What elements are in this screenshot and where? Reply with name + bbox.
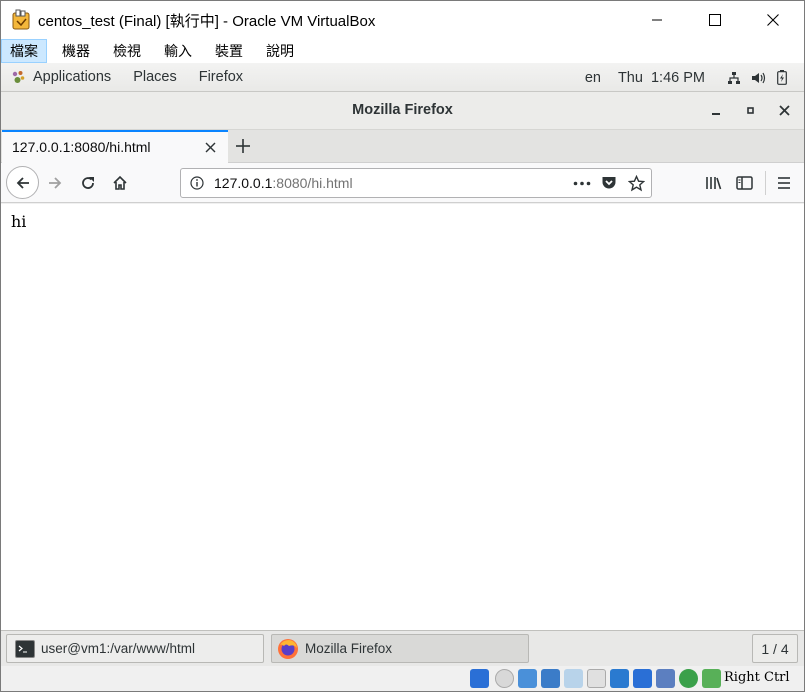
tab-title: 127.0.0.1:8080/hi.html <box>12 139 151 155</box>
keyboard-layout-indicator[interactable]: en <box>585 70 601 86</box>
clock[interactable]: Thu 1:46 PM <box>618 70 705 86</box>
new-tab-button[interactable] <box>235 138 251 154</box>
url-bar[interactable]: 127.0.0.1:8080/hi.html <box>180 168 652 198</box>
vbox-window-title: centos_test (Final) [執行中] - Oracle VM Vi… <box>38 12 376 30</box>
firefox-title-bar[interactable]: Mozilla Firefox <box>1 92 804 130</box>
menu-help[interactable]: 說明 <box>258 39 302 63</box>
menu-separator <box>765 171 766 195</box>
menu-input[interactable]: 輸入 <box>156 39 200 63</box>
reload-button[interactable] <box>80 175 96 191</box>
gnome-top-bar: Applications Places Firefox en Thu 1:46 … <box>1 63 804 92</box>
taskbar-item-firefox[interactable]: Mozilla Firefox <box>271 634 529 663</box>
video-capture-icon[interactable] <box>633 669 652 688</box>
taskbar-item-label: Mozilla Firefox <box>305 641 393 656</box>
menu-devices[interactable]: 裝置 <box>207 39 251 63</box>
gnome-foot-icon <box>11 70 25 84</box>
sidebar-icon <box>736 176 753 190</box>
navigation-toolbar: 127.0.0.1:8080/hi.html <box>1 163 804 203</box>
firefox-window-title: Mozilla Firefox <box>352 102 453 118</box>
vbox-menu-bar: 檔案 機器 檢視 輸入 裝置 說明 <box>1 39 804 63</box>
taskbar-item-terminal[interactable]: user@vm1:/var/www/html <box>6 634 264 663</box>
network-icon[interactable] <box>727 71 741 85</box>
pocket-button[interactable] <box>601 175 617 191</box>
guest-additions-icon[interactable] <box>679 669 698 688</box>
pocket-icon <box>602 177 616 189</box>
forward-arrow-icon <box>49 177 62 189</box>
hamburger-menu-icon <box>778 177 790 189</box>
star-icon <box>628 175 645 192</box>
more-dots-icon <box>573 181 591 186</box>
home-button[interactable] <box>112 175 128 191</box>
firefox-maximize-button[interactable] <box>746 105 756 115</box>
gnome-applications-menu[interactable]: Applications <box>33 69 111 85</box>
close-icon <box>767 14 779 26</box>
library-icon <box>706 177 722 190</box>
virtualbox-window: centos_test (Final) [執行中] - Oracle VM Vi… <box>0 0 805 692</box>
virtualbox-app-icon <box>10 9 32 31</box>
close-icon <box>205 142 216 153</box>
site-info-icon[interactable] <box>190 176 204 190</box>
maximize-icon <box>709 14 721 26</box>
workspace-indicator[interactable]: 1 / 4 <box>752 634 798 663</box>
url-text[interactable]: 127.0.0.1:8080/hi.html <box>214 175 353 191</box>
open-menu-button[interactable] <box>776 175 792 191</box>
volume-icon[interactable] <box>751 71 767 85</box>
reload-icon <box>82 177 94 189</box>
tab-close-button[interactable] <box>205 142 216 153</box>
audio-icon[interactable] <box>518 669 537 688</box>
taskbar-item-label: user@vm1:/var/www/html <box>41 641 195 656</box>
home-icon <box>113 175 127 190</box>
minimize-icon <box>652 19 662 21</box>
terminal-icon <box>15 639 35 658</box>
hard-disk-icon[interactable] <box>470 669 489 688</box>
firefox-close-button[interactable] <box>779 105 790 116</box>
bookmark-star-button[interactable] <box>628 175 645 192</box>
url-host: 127.0.0.1 <box>214 175 273 191</box>
sidebar-button[interactable] <box>736 175 753 191</box>
optical-drive-icon[interactable] <box>495 669 514 688</box>
shared-folders-icon[interactable] <box>587 669 606 688</box>
gnome-firefox-menu[interactable]: Firefox <box>199 69 243 85</box>
tab-active[interactable]: 127.0.0.1:8080/hi.html <box>2 130 228 163</box>
display-icon[interactable] <box>610 669 629 688</box>
mouse-integration-icon[interactable] <box>702 669 721 688</box>
page-content: hi <box>1 204 804 630</box>
back-button[interactable] <box>6 166 39 199</box>
network-adapter-icon[interactable] <box>541 669 560 688</box>
close-button[interactable] <box>744 1 802 39</box>
library-button[interactable] <box>705 175 722 191</box>
maximize-icon <box>747 107 754 114</box>
close-icon <box>779 105 790 116</box>
firefox-icon <box>277 638 299 660</box>
vbox-title-bar[interactable]: centos_test (Final) [執行中] - Oracle VM Vi… <box>1 1 804 39</box>
firefox-minimize-button[interactable] <box>711 106 723 116</box>
plus-icon <box>236 139 250 153</box>
url-path: :8080/hi.html <box>272 175 353 191</box>
forward-button[interactable] <box>47 175 63 191</box>
maximize-button[interactable] <box>686 1 744 39</box>
page-actions-button[interactable] <box>573 181 591 186</box>
gnome-places-menu[interactable]: Places <box>133 69 177 85</box>
vbox-status-bar: Right Ctrl <box>1 666 804 691</box>
host-key-label: Right Ctrl <box>724 670 790 685</box>
menu-machine[interactable]: 機器 <box>54 39 98 63</box>
gnome-window-list: user@vm1:/var/www/html Mozilla Firefox 1… <box>1 630 804 666</box>
usb-icon[interactable] <box>564 669 583 688</box>
menu-view[interactable]: 檢視 <box>105 39 149 63</box>
minimize-button[interactable] <box>628 1 686 39</box>
virtualization-icon[interactable] <box>656 669 675 688</box>
battery-icon[interactable] <box>777 70 787 85</box>
back-arrow-icon <box>16 176 29 189</box>
page-body-text: hi <box>11 212 27 231</box>
menu-file[interactable]: 檔案 <box>1 39 47 63</box>
tab-strip: 127.0.0.1:8080/hi.html <box>1 130 804 163</box>
minimize-icon <box>712 113 720 115</box>
